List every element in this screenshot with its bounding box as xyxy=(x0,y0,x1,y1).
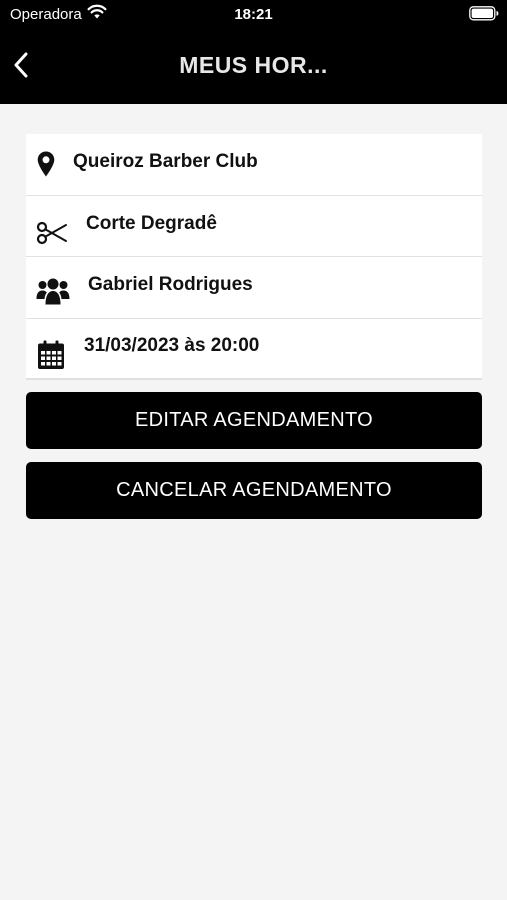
battery-icon xyxy=(469,6,499,21)
status-bar: Operadora 18:21 xyxy=(0,0,507,28)
top-bar: Operadora 18:21 MEUS HOR... xyxy=(0,0,507,104)
datetime-label: 31/03/2023 às 20:00 xyxy=(84,335,260,357)
service-label: Corte Degradê xyxy=(86,212,217,234)
appointment-location-row: Queiroz Barber Club xyxy=(26,134,482,196)
status-time: 18:21 xyxy=(234,6,273,23)
screen: Operadora 18:21 MEUS HOR... Queiroz Barb… xyxy=(0,0,507,900)
scissors-icon xyxy=(36,221,68,245)
cancel-appointment-button[interactable]: CANCELAR AGENDAMENTO xyxy=(26,462,482,519)
page-title: MEUS HOR... xyxy=(179,52,328,78)
appointment-datetime-row: 31/03/2023 às 20:00 xyxy=(26,319,482,380)
edit-appointment-button[interactable]: EDITAR AGENDAMENTO xyxy=(26,392,482,449)
location-label: Queiroz Barber Club xyxy=(73,151,258,173)
map-pin-icon xyxy=(37,151,55,177)
calendar-icon xyxy=(37,340,65,370)
appointment-details-card: Queiroz Barber Club Corte Degradê Gabrie… xyxy=(26,134,482,380)
appointment-service-row: Corte Degradê xyxy=(26,196,482,257)
professional-label: Gabriel Rodrigues xyxy=(88,274,253,296)
users-icon xyxy=(36,277,70,305)
appointment-professional-row: Gabriel Rodrigues xyxy=(26,257,482,319)
